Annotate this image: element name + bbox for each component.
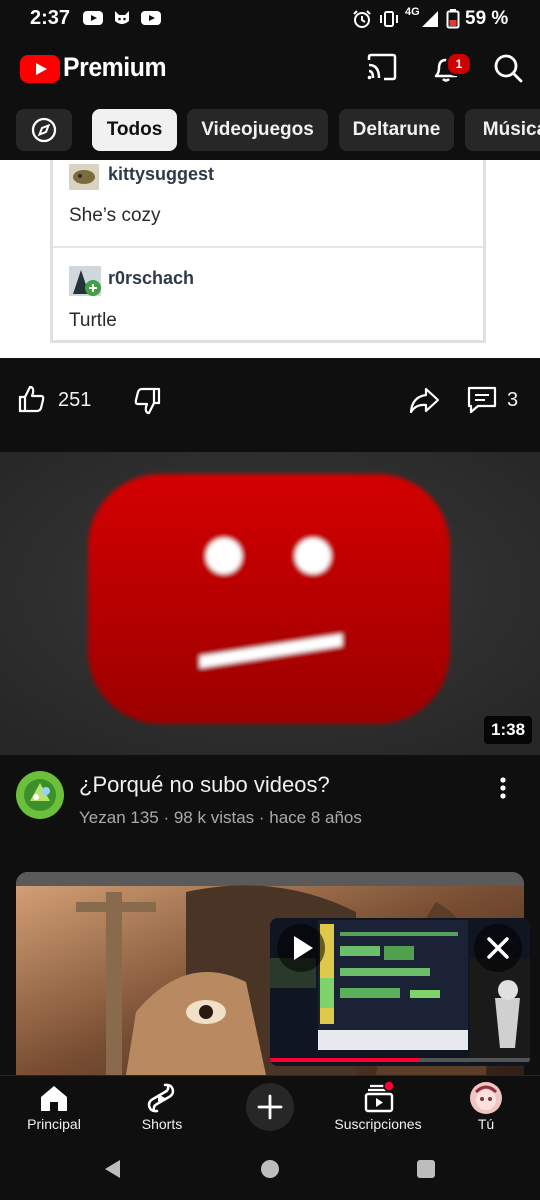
share-icon[interactable] [408, 385, 440, 415]
video-meta: Yezan 135 · 98 k vistas · hace 8 años [79, 808, 362, 827]
video-duration: 1:38 [484, 716, 533, 744]
chip-todos[interactable]: Todos [92, 109, 177, 151]
chip-musica[interactable]: Música [465, 109, 540, 151]
vibrate-icon [378, 9, 400, 27]
comment-1: kittysuggest She’s cozy [53, 160, 483, 246]
brand-premium: Premium [63, 52, 167, 82]
cast-icon[interactable] [366, 52, 398, 82]
comments-icon[interactable] [466, 385, 498, 415]
comment-text: Turtle [69, 310, 117, 331]
home-nav-icon[interactable] [260, 1159, 280, 1179]
compass-icon [31, 117, 57, 143]
comment-text: She’s cozy [69, 205, 161, 226]
video-thumbnail[interactable] [0, 452, 540, 755]
alarm-icon [351, 9, 373, 28]
subscriptions-icon [364, 1080, 395, 1113]
close-icon [487, 937, 509, 959]
play-icon [294, 936, 313, 960]
search-icon[interactable] [492, 52, 524, 84]
explore-chip[interactable] [16, 109, 72, 151]
nav-suscripciones[interactable] [324, 1078, 432, 1148]
avatar-kittysuggest [69, 164, 99, 190]
battery-level: 59 % [465, 8, 509, 29]
chip-deltarune[interactable]: Deltarune [339, 109, 454, 151]
network-type: 4G [405, 6, 420, 18]
avatar-r0rschach [69, 266, 101, 296]
battery-icon [446, 9, 460, 29]
notification-badge: 1 [446, 52, 472, 76]
cat-app-icon [111, 9, 133, 27]
like-count: 251 [58, 389, 92, 411]
chip-videojuegos[interactable]: Videojuegos [187, 109, 328, 151]
status-time: 2:37 [30, 7, 71, 29]
comment-user: r0rschach [108, 268, 195, 288]
dislike-icon[interactable] [133, 386, 163, 416]
shorts-icon [147, 1083, 175, 1113]
youtube-notification-icon-2 [140, 9, 162, 27]
mini-player-play-button[interactable] [277, 924, 325, 972]
nav-shorts-label: Shorts [141, 1116, 183, 1132]
like-icon[interactable] [16, 384, 46, 414]
channel-avatar[interactable] [16, 771, 64, 819]
recents-nav-icon[interactable] [416, 1159, 436, 1179]
create-button[interactable] [246, 1083, 294, 1131]
comment-2: r0rschach Turtle [53, 248, 483, 340]
home-icon [41, 1086, 67, 1111]
back-nav-icon[interactable] [102, 1158, 124, 1180]
nav-principal[interactable] [0, 1078, 108, 1148]
mini-player-close-button[interactable] [474, 924, 522, 972]
more-options-icon[interactable] [497, 776, 509, 800]
youtube-logo-icon[interactable] [20, 55, 60, 83]
nav-tu-label: Tú [477, 1116, 495, 1132]
signal-icon [420, 9, 442, 27]
video-title[interactable]: ¿Porqué no subo videos? [79, 772, 330, 798]
status-bar: 2:37 4G 59 % [0, 0, 540, 36]
youtube-notification-icon [82, 9, 104, 27]
user-avatar [470, 1082, 502, 1114]
sad-youtube-logo [88, 474, 450, 724]
comment-user: kittysuggest [108, 164, 215, 184]
nav-principal-label: Principal [27, 1116, 81, 1132]
comments-count: 3 [507, 389, 519, 411]
nav-shorts[interactable] [108, 1078, 216, 1148]
nav-suscripciones-label: Suscripciones [334, 1116, 422, 1132]
nav-tu[interactable] [432, 1078, 540, 1148]
plus-icon [257, 1094, 283, 1120]
